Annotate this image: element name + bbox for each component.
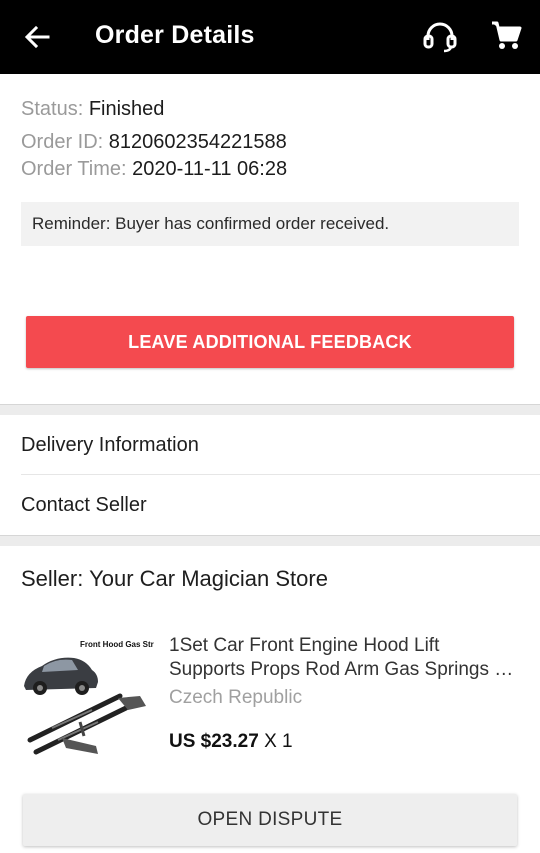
headset-icon[interactable]	[420, 18, 460, 54]
seller-section: Seller: Your Car Magician Store Front Ho…	[0, 546, 540, 853]
product-location: Czech Republic	[169, 687, 303, 708]
order-time-label: Order Time:	[21, 158, 133, 180]
order-time-value: 2020-11-11 06:28	[132, 158, 288, 180]
section-divider	[0, 535, 540, 546]
order-summary: Status: Finished Order ID: 8120602354221…	[0, 74, 540, 404]
product-title-line2: Supports Props Rod Arm Gas Springs Shock	[169, 659, 524, 680]
order-id-value: 8120602354221588	[108, 131, 287, 153]
product-title-line1: 1Set Car Front Engine Hood Lift	[169, 635, 440, 656]
section-divider	[0, 404, 540, 415]
product-price-row: US $23.27 X 1	[169, 731, 293, 753]
arrow-left-icon[interactable]	[20, 22, 54, 52]
product-title[interactable]: 1Set Car Front Engine Hood Lift Supports…	[169, 634, 524, 682]
status-label: Status:	[21, 98, 89, 120]
reminder-box: Reminder: Buyer has confirmed order rece…	[21, 202, 519, 246]
order-id-label: Order ID:	[21, 131, 109, 153]
order-time-row: Order Time: 2020-11-11 06:28	[21, 158, 287, 181]
delivery-information-link[interactable]: Delivery Information	[0, 415, 540, 475]
product-thumbnail[interactable]: Front Hood Gas Struts	[22, 636, 154, 764]
product-quantity: X 1	[258, 731, 293, 752]
thumbnail-caption: Front Hood Gas Struts	[80, 640, 154, 649]
status-row: Status: Finished	[21, 98, 164, 121]
leave-feedback-button[interactable]: LEAVE ADDITIONAL FEEDBACK	[26, 316, 514, 368]
order-id-row: Order ID: 8120602354221588	[21, 131, 287, 154]
open-dispute-button[interactable]: OPEN DISPUTE	[23, 794, 517, 846]
seller-name[interactable]: Seller: Your Car Magician Store	[21, 566, 328, 592]
cart-icon[interactable]	[490, 20, 522, 52]
top-app-bar: Order Details	[0, 0, 540, 74]
contact-seller-link[interactable]: Contact Seller	[0, 475, 540, 535]
page-title: Order Details	[95, 21, 255, 49]
product-price: US $23.27	[169, 731, 259, 752]
status-value: Finished	[88, 98, 165, 120]
